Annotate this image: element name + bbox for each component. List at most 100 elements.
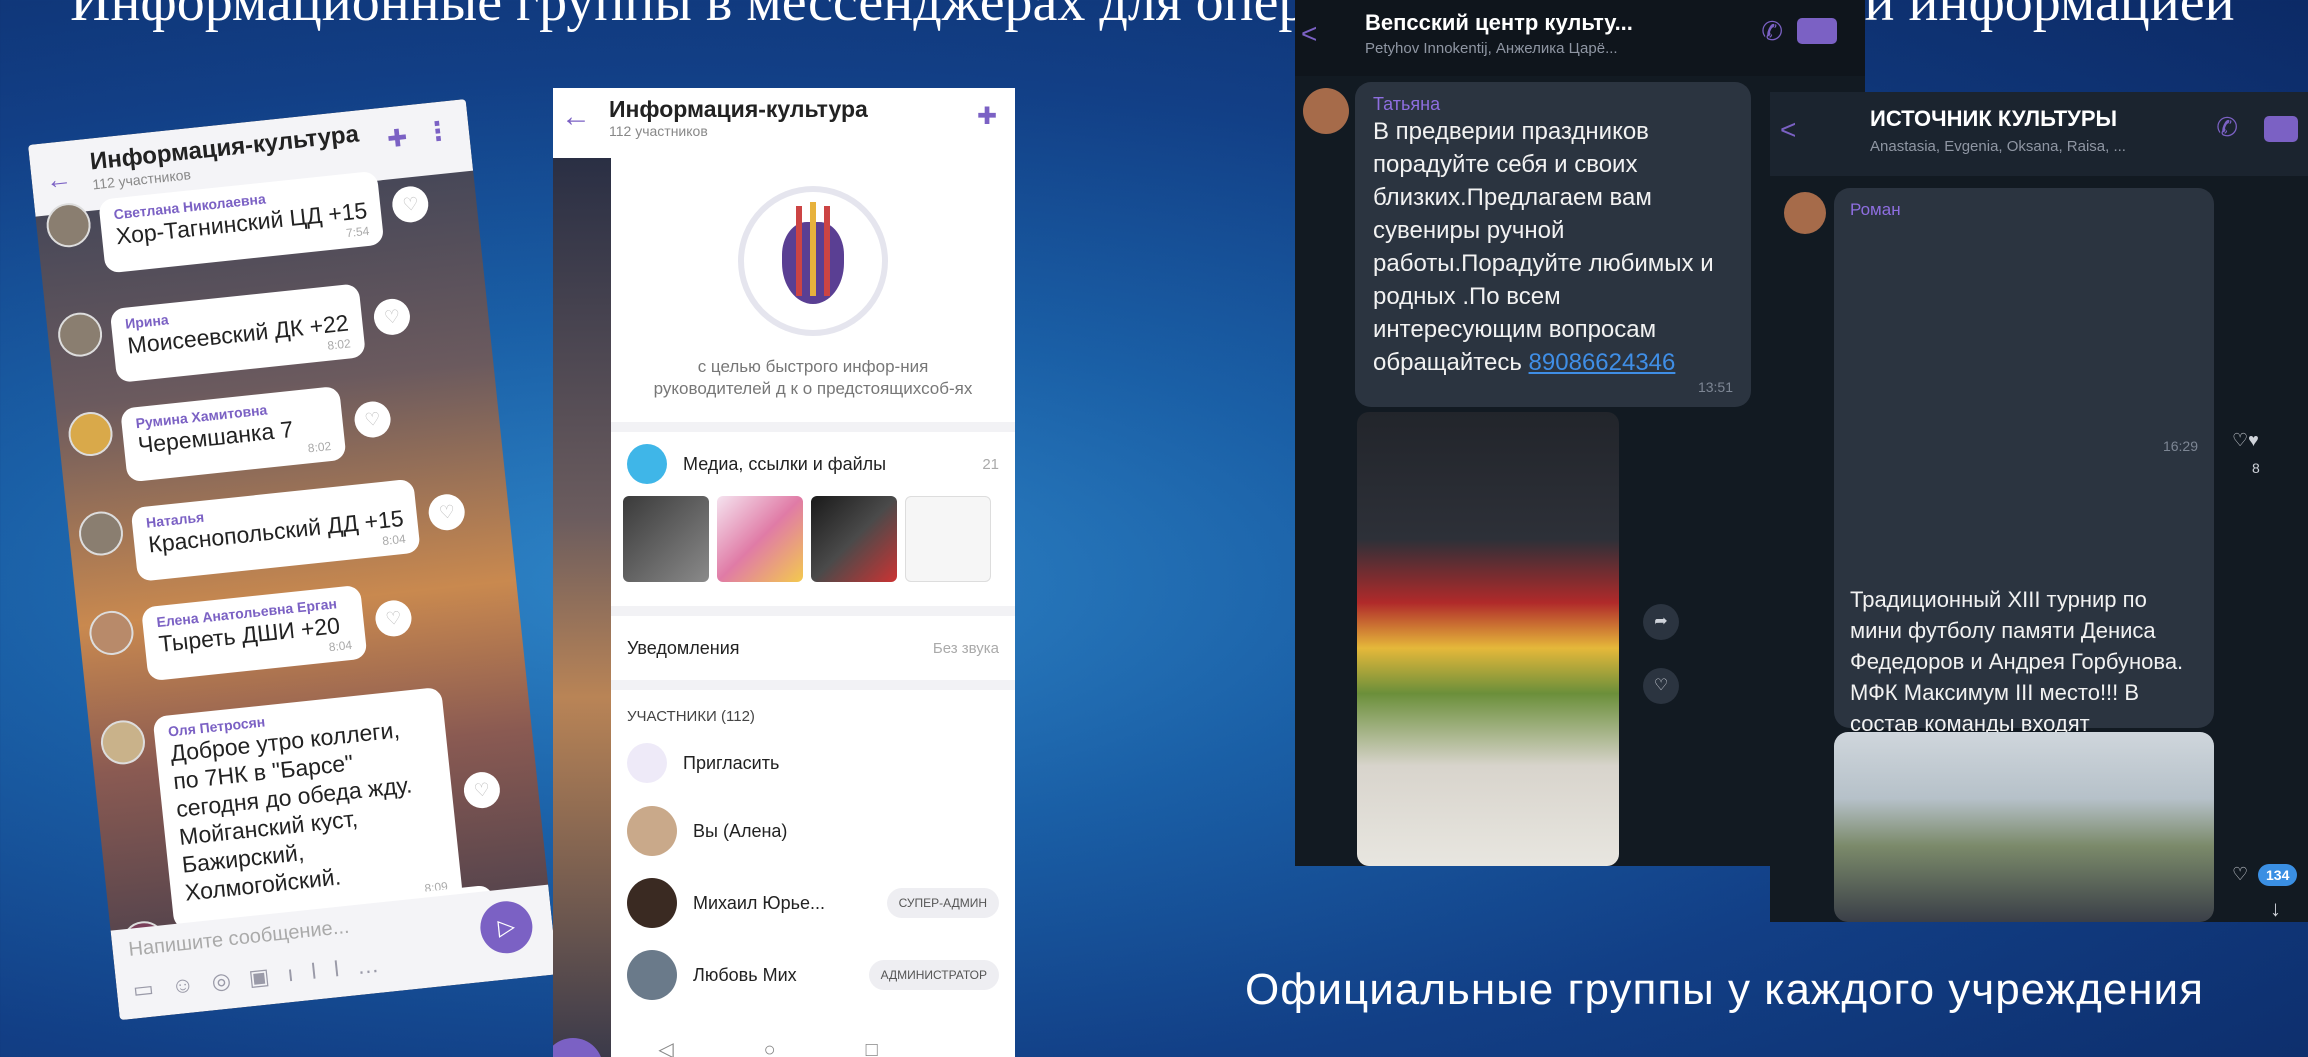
like-heart-icon[interactable]: ♡	[352, 399, 393, 440]
like-heart-icon[interactable]: ♡	[427, 492, 467, 532]
media-count: 21	[982, 455, 999, 473]
more-menu-icon[interactable]: ⋮	[423, 115, 452, 149]
like-heart-icon[interactable]: ♡	[1643, 668, 1679, 704]
like-heart-icon[interactable]: ♡	[372, 297, 412, 337]
media-thumbnail[interactable]	[623, 496, 709, 582]
message: Ирина Моисеевский ДК +22 8:02 ♡	[55, 283, 412, 388]
brush-icon	[824, 206, 830, 296]
message-body: В предверии праздников порадуйте себя и …	[1373, 118, 1714, 376]
message-bubble[interactable]: Ирина Моисеевский ДК +22 8:02 ♡	[109, 283, 412, 383]
member-name: Любовь Мих	[693, 964, 797, 985]
like-heart-icon[interactable]: ♡	[2232, 864, 2248, 885]
member-row[interactable]: Любовь Мих АДМИНИСТРАТОР	[611, 939, 1015, 1011]
message-text: Доброе утро коллеги, по 7НК в "Барсе" се…	[169, 716, 414, 906]
role-badge: СУПЕР-АДМИН	[886, 888, 999, 918]
avatar	[627, 806, 677, 856]
like-heart-icon[interactable]: ♡	[390, 184, 431, 225]
back-arrow-icon[interactable]: <	[1780, 114, 1796, 146]
invite-label: Пригласить	[683, 752, 780, 773]
notifications-label: Уведомления	[627, 637, 740, 658]
chat-background-strip: ▷	[553, 158, 611, 1057]
phone-call-icon[interactable]: ✆	[2216, 112, 2238, 143]
chat-header: < ИСТОЧНИК КУЛЬТУРЫ Anastasia, Evgenia, …	[1770, 92, 2308, 176]
reactions-count: 8	[2252, 460, 2260, 476]
add-member-icon[interactable]: ✚	[386, 123, 409, 154]
slide-title: Информационные группы в мессенджерах для…	[70, 0, 2235, 33]
likes-count-badge: 134	[2258, 864, 2298, 886]
avatar	[55, 310, 105, 359]
brush-icon	[796, 206, 802, 296]
message-time: 16:29	[2162, 438, 2198, 454]
phone-call-icon[interactable]: ✆	[1761, 16, 1783, 47]
avatar	[66, 409, 115, 459]
like-heart-icon[interactable]: ♡	[462, 770, 502, 810]
media-label: Медиа, ссылки и файлы	[683, 453, 887, 474]
avatar	[44, 201, 93, 250]
message-bubble[interactable]: Татьяна В предверии праздников порадуйте…	[1355, 82, 1751, 407]
reactions-icon[interactable]: ♡♥	[2232, 430, 2259, 451]
divider	[611, 606, 1015, 616]
message-bubble[interactable]: Роман 16:29 Традиционный XIII турнир по …	[1834, 188, 2214, 798]
back-arrow-icon[interactable]: <	[1301, 18, 1317, 50]
back-arrow-icon[interactable]: ←	[44, 163, 73, 197]
media-thumbnail[interactable]	[905, 496, 991, 582]
avatar	[87, 608, 136, 658]
media-row[interactable]: Медиа, ссылки и файлы 21	[611, 432, 1015, 496]
message: Наталья Краснопольский ДД +15 8:04 ♡	[76, 478, 467, 588]
chat-header: < Вепсский центр культу... Petyhov Innok…	[1295, 0, 1865, 76]
message: Румина Хамитовна Черемшанка 7 8:02 ♡	[66, 385, 393, 488]
chat-screenshot-istochnik: < ИСТОЧНИК КУЛЬТУРЫ Anastasia, Evgenia, …	[1770, 92, 2308, 922]
notifications-value: Без звука	[932, 639, 999, 657]
message-bubble[interactable]: Румина Хамитовна Черемшанка 7 8:02 ♡	[120, 385, 393, 483]
android-nav-bar[interactable]: ◁○□	[611, 1037, 1015, 1057]
member-row[interactable]: Михаил Юрье... СУПЕР-АДМИН	[611, 867, 1015, 939]
avatar	[627, 950, 677, 1000]
media-thumbnails	[611, 496, 1015, 584]
share-icon[interactable]: ➦	[1643, 604, 1679, 640]
add-member-icon[interactable]: ✚	[977, 102, 997, 131]
scroll-down-icon[interactable]: ↓	[2270, 896, 2281, 922]
message-bubble[interactable]: Елена Анатольевна Ерган Тыреть ДШИ +20 8…	[140, 584, 414, 682]
phone-link[interactable]: 89086624346	[1529, 349, 1676, 376]
group-logo	[738, 186, 888, 336]
sender-name: Роман	[1850, 200, 1901, 219]
message-list: Светлана Николаевна Хор-Тагнинский ЦД +1…	[36, 170, 549, 968]
video-call-icon[interactable]	[2264, 116, 2298, 142]
avatar	[76, 509, 126, 558]
member-name: Михаил Юрье...	[693, 892, 826, 913]
member-row[interactable]: Вы (Алена)	[611, 795, 1015, 867]
media-thumbnail[interactable]	[717, 496, 803, 582]
add-person-icon	[627, 743, 667, 783]
member-name: Вы (Алена)	[693, 820, 788, 841]
back-arrow-icon[interactable]: ←	[561, 100, 591, 134]
chat-screenshot-informatsiya: ← Информация-культура 112 участников ✚ ⋮…	[28, 99, 558, 1021]
divider	[611, 422, 1015, 432]
info-header: ← Информация-культура 112 участников ✚	[553, 88, 1015, 158]
avatar	[1784, 192, 1826, 234]
brush-icon	[810, 202, 816, 296]
slide-caption: Официальные группы у каждого учреждения	[1245, 965, 2204, 1014]
like-heart-icon[interactable]: ♡	[373, 598, 414, 639]
video-call-icon[interactable]	[1797, 18, 1837, 44]
message-time: 13:51	[1697, 379, 1733, 395]
media-icon	[627, 444, 667, 484]
photo-attachment[interactable]	[1357, 412, 1619, 866]
group-title: Информация-культура	[609, 96, 868, 122]
message-text: В предверии праздников порадуйте себя и …	[1373, 115, 1733, 379]
group-description: с целью быстрого инфор-ния руководителей…	[653, 357, 973, 398]
avatar	[627, 878, 677, 928]
sender-name: Татьяна	[1373, 94, 1441, 114]
members-header: УЧАСТНИКИ (112)	[627, 708, 755, 725]
photo-attachment[interactable]	[1834, 732, 2214, 922]
avatar	[1303, 88, 1349, 134]
divider	[611, 680, 1015, 690]
send-button[interactable]: ▷	[553, 1038, 603, 1057]
message-bubble[interactable]: Наталья Краснопольский ДД +15 8:04 ♡	[130, 478, 467, 582]
invite-row[interactable]: Пригласить	[611, 731, 1015, 795]
group-subtitle: 112 участников	[609, 123, 708, 139]
media-thumbnail[interactable]	[811, 496, 897, 582]
message: Елена Анатольевна Ерган Тыреть ДШИ +20 8…	[87, 584, 414, 687]
group-info-panel: с целью быстрого инфор-ния руководителей…	[611, 158, 1015, 1057]
role-badge: АДМИНИСТРАТОР	[868, 960, 999, 990]
notifications-row[interactable]: Уведомления Без звука	[611, 616, 1015, 680]
